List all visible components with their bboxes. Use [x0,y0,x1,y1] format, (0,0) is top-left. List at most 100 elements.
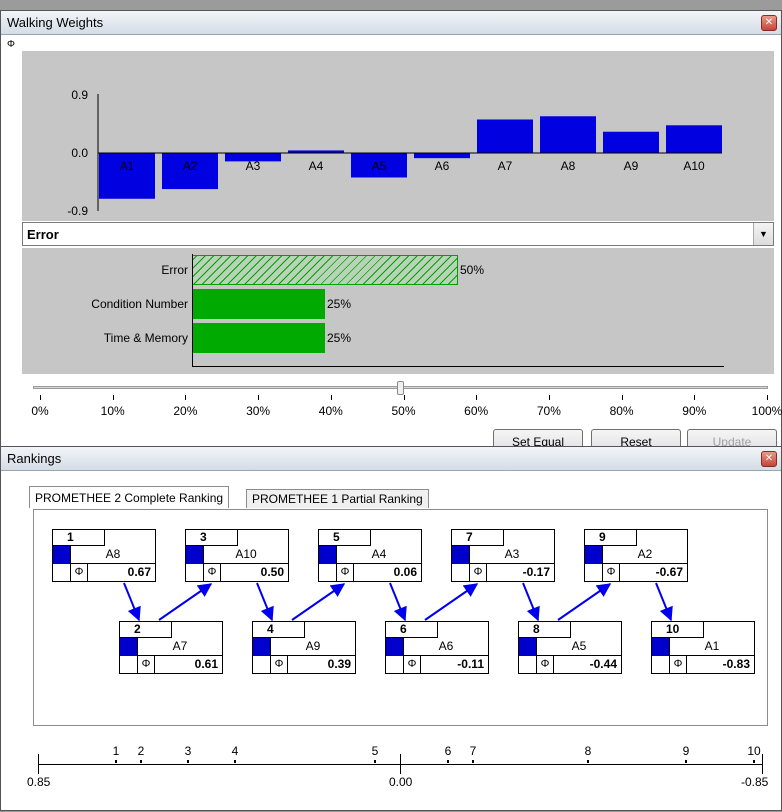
ranking-arrow [158,583,213,621]
x-tick-label: A4 [309,159,324,173]
criterion-select[interactable]: Error ▼ [22,222,774,246]
scale-tick [685,760,687,763]
rank-alternative: A1 [669,638,754,656]
phi-icon: Φ [602,564,620,582]
rank-box[interactable]: 1 A8 Φ 0.67 [52,529,156,582]
rank-box[interactable]: 6 A6 Φ -0.11 [385,621,489,674]
x-tick-label: A6 [435,159,450,173]
slider-tick-label: 80% [609,404,634,418]
rank-score: 0.06 [393,565,417,579]
phi-icon: Φ [70,564,88,582]
rank-blank-cell [120,656,137,674]
rank-box[interactable]: 5 A4 Φ 0.06 [318,529,422,582]
scale-rank-label: 8 [584,744,592,758]
rank-box[interactable]: 2 A7 Φ 0.61 [119,621,223,674]
y-tick-label: -0.9 [67,204,88,218]
weight-bar[interactable] [192,289,325,319]
phi-icon: Φ [403,656,421,674]
rank-blank-cell [186,564,203,582]
close-icon[interactable]: ✕ [761,15,777,31]
rank-blank-cell [519,656,536,674]
weight-bar[interactable] [192,323,325,353]
rank-color-swatch [120,638,137,656]
scale-tick [472,760,474,763]
slider-tick [403,395,405,400]
scale-tick [374,760,376,763]
rank-box[interactable]: 9 A2 Φ -0.67 [584,529,688,582]
slider-tick [258,395,260,400]
y-tick-label: 0.9 [71,88,88,102]
x-tick-label: A3 [246,159,261,173]
tab-complete-ranking[interactable]: PROMETHEE 2 Complete Ranking [29,486,230,508]
weights-panel: Error 50% Condition Number 25% Time & Memory… [22,248,774,374]
rank-number: 10 [652,622,704,638]
criterion-select-value: Error [27,227,59,242]
rank-box[interactable]: 8 A5 Φ -0.44 [518,621,622,674]
weight-label: Error [161,263,188,277]
ranking-arrow [424,583,479,621]
phi-icon: Φ [203,564,221,582]
rank-number: 4 [253,622,305,638]
phi-icon: Φ [469,564,487,582]
slider-tick-label: 90% [682,404,707,418]
slider-tick-label: 50% [391,404,416,418]
walking-weights-chart: 0.9 0.0 -0.9 A1 A2 A3 A4 A5 A6 A7 A8 A9 A10 [67,88,722,218]
rank-box[interactable]: 10 A1 Φ -0.83 [651,621,755,674]
slider-tick-label: 10% [100,404,125,418]
weight-row[interactable]: Error 50% [22,254,774,285]
tab-partial-ranking[interactable]: PROMETHEE 1 Partial Ranking [246,489,429,508]
slider-tick-label: 30% [246,404,271,418]
slider-tick-label: 60% [464,404,489,418]
slider-thumb[interactable] [397,381,404,395]
ranking-arrow [522,582,540,622]
x-tick-label: A2 [183,159,198,173]
rankings-titlebar[interactable]: Rankings ✕ [1,447,781,471]
weight-percent: 25% [327,297,352,311]
x-tick-label: A8 [561,159,576,173]
rank-box[interactable]: 3 A10 Φ 0.50 [185,529,289,582]
bar-A7 [477,119,533,153]
scale-tick [753,760,755,763]
rank-score: -0.17 [522,565,550,579]
phi-icon: Φ [270,656,288,674]
rank-box[interactable]: 4 A9 Φ 0.39 [252,621,356,674]
phi-icon: Φ [536,656,554,674]
rank-color-swatch [585,546,602,564]
slider-tick-label: 100% [751,404,782,418]
rankings-title: Rankings [7,451,62,466]
chevron-down-icon[interactable]: ▼ [753,223,773,245]
rank-alternative: A6 [403,638,488,656]
close-icon[interactable]: ✕ [761,451,777,467]
rank-blank-cell [53,564,70,582]
rank-color-swatch [652,638,669,656]
scale-left-end [38,754,39,774]
bar-A10 [666,125,722,153]
scale-rank-label: 1 [112,744,120,758]
scale-tick [187,760,189,763]
weight-row[interactable]: Time & Memory 25% [22,322,774,353]
rank-box[interactable]: 7 A3 Φ -0.17 [451,529,555,582]
scale-tick [140,760,142,763]
slider-tick [40,395,41,400]
rank-blank-cell [652,656,669,674]
rank-color-swatch [319,546,336,564]
scale-right-end [762,754,763,774]
scale-rank-label: 3 [184,744,192,758]
rank-number: 1 [53,530,105,546]
weight-slider[interactable]: 0% 10% 20% 30% 40% 50% 60% 70% 80% 90% 100% [1,379,782,425]
scale-tick [447,760,449,763]
rank-alternative: A9 [270,638,355,656]
slider-tick [185,395,187,400]
weight-bar[interactable] [192,255,458,285]
weight-label: Condition Number [91,297,188,311]
scale-rank-label: 5 [371,744,379,758]
ranking-arrow [389,582,407,622]
rank-score: -0.44 [589,657,617,671]
ranking-arrow [557,583,612,621]
slider-tick [694,395,696,400]
weight-row[interactable]: Condition Number 25% [22,288,774,319]
walking-weights-titlebar[interactable]: Walking Weights ✕ [1,11,781,35]
slider-tick-label: 40% [318,404,343,418]
x-tick-label: A7 [498,159,513,173]
scale-tick [234,760,236,763]
